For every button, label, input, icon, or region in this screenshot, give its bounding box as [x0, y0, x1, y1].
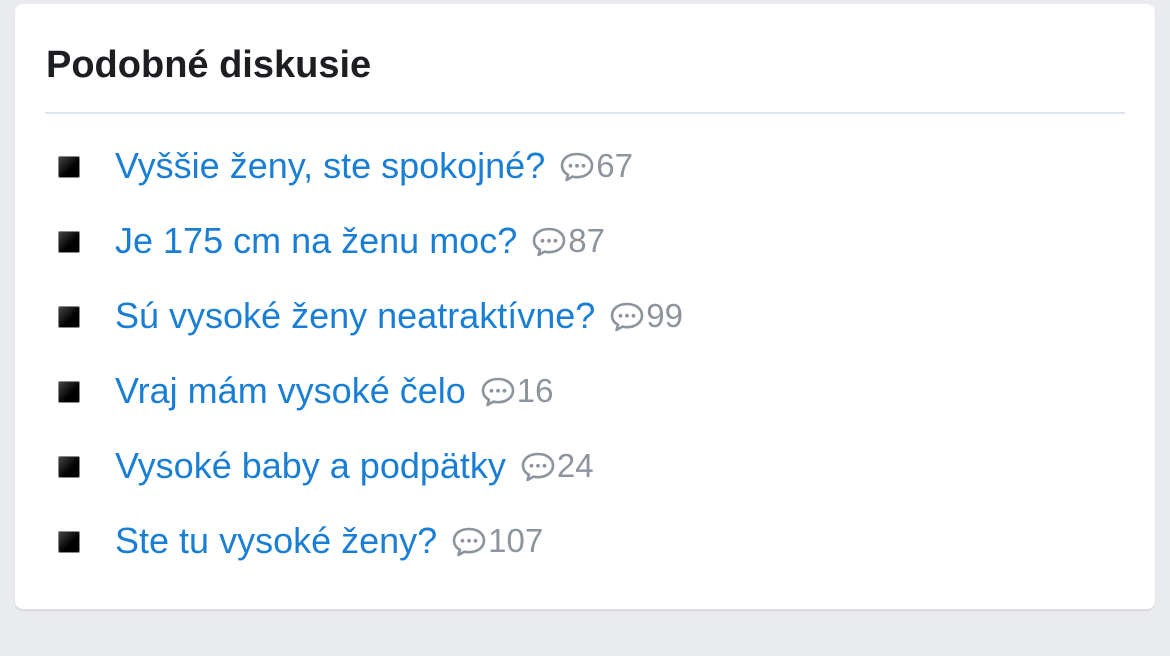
black-square-bullet-icon [58, 456, 80, 478]
discussion-link[interactable]: Vysoké baby a podpätky 24 [115, 442, 594, 490]
comment-bubble-icon [560, 152, 594, 182]
black-square-bullet-icon [58, 156, 80, 178]
comment-count: 107 [451, 517, 543, 565]
discussion-title: Ste tu vysoké ženy? [115, 520, 438, 561]
discussion-title: Vyššie ženy, ste spokojné? [115, 145, 546, 186]
comment-count-value: 67 [596, 147, 633, 184]
comment-bubble-icon [481, 377, 515, 407]
discussion-link[interactable]: Vyššie ženy, ste spokojné? 67 [115, 142, 633, 190]
title-divider [45, 112, 1125, 114]
comment-bubble-icon [610, 302, 644, 332]
comment-count: 87 [531, 217, 605, 265]
comment-bubble-icon [452, 527, 486, 557]
black-square-bullet-icon [58, 306, 80, 328]
discussion-title: Vysoké baby a podpätky [115, 445, 506, 486]
card-title: Podobné diskusie [46, 44, 372, 86]
comment-count-value: 107 [488, 522, 544, 559]
black-square-bullet-icon [58, 231, 80, 253]
comment-bubble-icon [521, 452, 555, 482]
discussion-link[interactable]: Je 175 cm na ženu moc? 87 [115, 217, 605, 265]
comment-count-value: 24 [556, 447, 594, 484]
discussion-link[interactable]: Ste tu vysoké ženy? 107 [115, 517, 543, 565]
comment-count: 24 [520, 442, 594, 490]
comment-count-value: 16 [516, 372, 554, 409]
comment-count-value: 99 [646, 297, 683, 334]
discussion-link[interactable]: Sú vysoké ženy neatraktívne? 99 [115, 292, 683, 340]
discussion-title: Je 175 cm na ženu moc? [115, 220, 518, 261]
discussion-title: Sú vysoké ženy neatraktívne? [115, 295, 596, 336]
comment-bubble-icon [532, 227, 566, 257]
comment-count: 67 [559, 142, 633, 190]
black-square-bullet-icon [58, 531, 80, 553]
comment-count: 16 [480, 367, 554, 415]
similar-discussions-card: Podobné diskusie Vyššie ženy, ste spokoj… [15, 4, 1155, 609]
black-square-bullet-icon [58, 381, 80, 403]
comment-count: 99 [609, 292, 683, 340]
discussion-link[interactable]: Vraj mám vysoké čelo 16 [115, 367, 554, 415]
discussion-title: Vraj mám vysoké čelo [115, 370, 466, 411]
comment-count-value: 87 [568, 222, 605, 259]
